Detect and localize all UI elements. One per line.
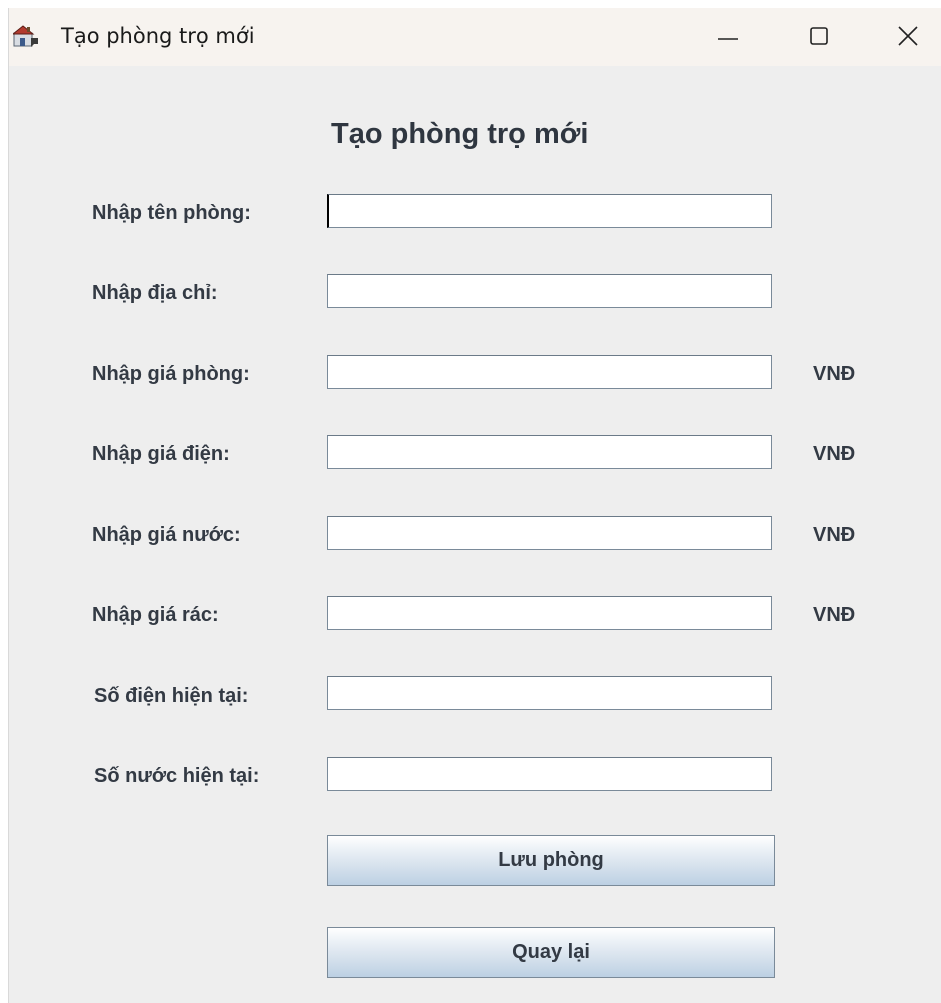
app-window: Tạo phòng trọ mới Tạo phòng trọ mới Nhập… — [8, 8, 941, 1003]
current-electricity-input[interactable] — [327, 676, 772, 710]
electricity-price-unit: VNĐ — [813, 443, 856, 465]
garbage-price-unit: VNĐ — [813, 604, 856, 626]
save-room-button[interactable]: Lưu phòng — [327, 835, 775, 886]
room-price-unit: VNĐ — [813, 363, 856, 385]
close-icon — [898, 26, 918, 46]
room-price-input[interactable] — [327, 355, 772, 389]
garbage-price-input[interactable] — [327, 596, 772, 630]
current-electricity-label: Số điện hiện tại: — [94, 685, 249, 707]
app-icon — [11, 24, 39, 48]
electricity-price-input[interactable] — [327, 435, 772, 469]
room-name-label: Nhập tên phòng: — [92, 202, 251, 224]
minimize-icon — [718, 38, 738, 40]
address-label: Nhập địa chỉ: — [92, 282, 218, 304]
minimize-button[interactable] — [693, 8, 763, 66]
window-title: Tạo phòng trọ mới — [61, 24, 255, 48]
room-price-label: Nhập giá phòng: — [92, 363, 250, 385]
close-button[interactable] — [873, 8, 941, 66]
electricity-price-label: Nhập giá điện: — [92, 443, 230, 465]
garbage-price-label: Nhập giá rác: — [92, 604, 219, 626]
form-heading: Tạo phòng trọ mới — [331, 118, 589, 150]
water-price-unit: VNĐ — [813, 524, 856, 546]
maximize-icon — [810, 27, 828, 45]
room-name-input[interactable] — [327, 194, 772, 228]
water-price-input[interactable] — [327, 516, 772, 550]
back-button[interactable]: Quay lại — [327, 927, 775, 978]
current-water-label: Số nước hiện tại: — [94, 765, 260, 787]
address-input[interactable] — [327, 274, 772, 308]
maximize-button[interactable] — [784, 8, 854, 66]
title-bar: Tạo phòng trọ mới — [9, 8, 941, 66]
water-price-label: Nhập giá nước: — [92, 524, 241, 546]
current-water-input[interactable] — [327, 757, 772, 791]
